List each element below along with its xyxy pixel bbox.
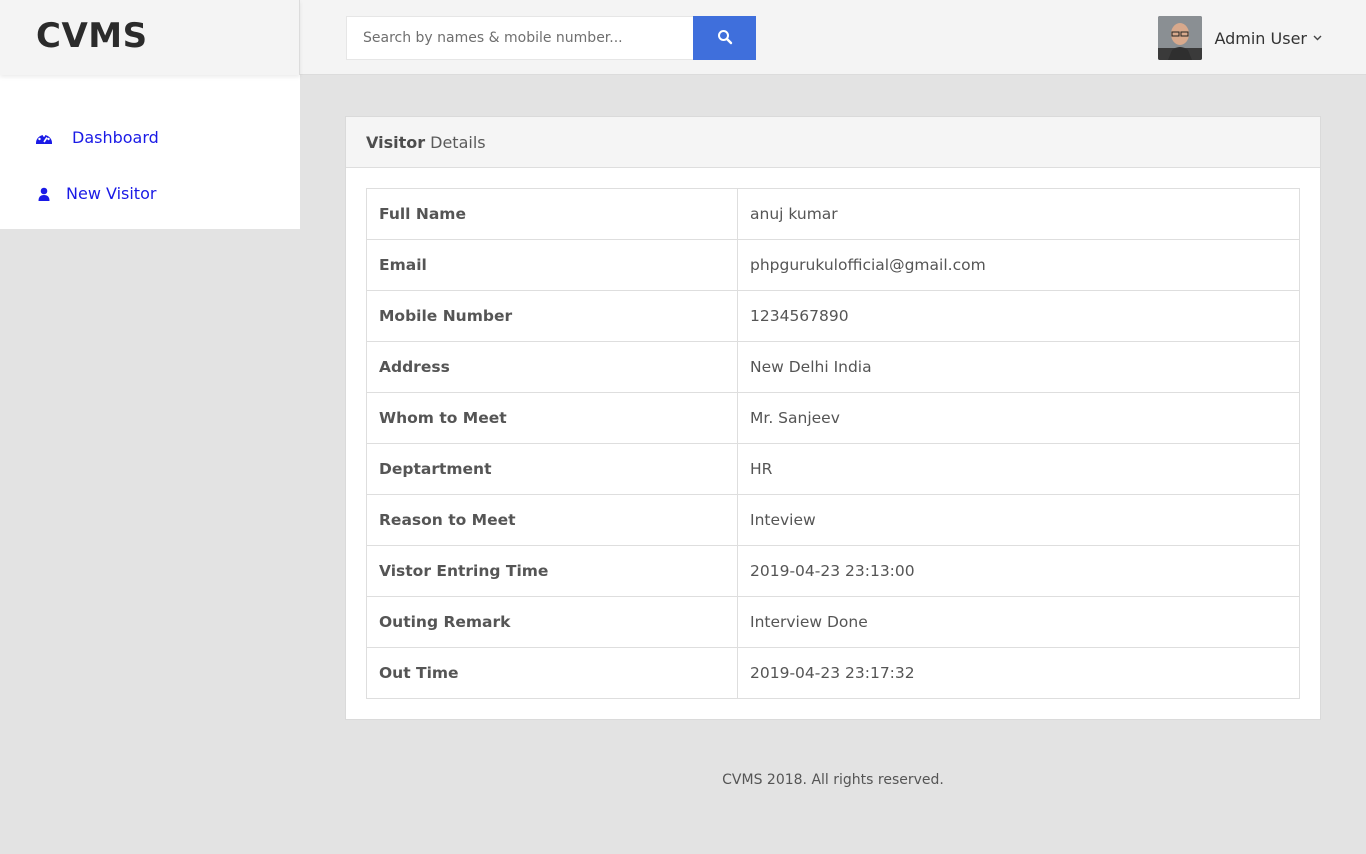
details-table: Full Name anuj kumar Email phpgurukuloffic… bbox=[366, 188, 1300, 699]
row-label: Address bbox=[366, 341, 738, 393]
row-value: Inteview bbox=[737, 494, 1300, 546]
table-row: Out Time 2019-04-23 23:17:32 bbox=[366, 647, 1300, 699]
chevron-down-icon[interactable] bbox=[1313, 33, 1322, 44]
sidebar-item-new-visitor[interactable]: New Visitor bbox=[34, 184, 156, 203]
row-value: 1234567890 bbox=[737, 290, 1300, 342]
search-bar bbox=[346, 16, 756, 60]
table-row: Vistor Entring Time 2019-04-23 23:13:00 bbox=[366, 545, 1300, 597]
user-menu[interactable]: Admin User bbox=[1158, 16, 1322, 60]
row-label: Reason to Meet bbox=[366, 494, 738, 546]
brand-text[interactable]: CVMS bbox=[36, 16, 148, 56]
sidebar: Dashboard New Visitor bbox=[0, 75, 300, 229]
user-icon bbox=[34, 187, 54, 201]
table-row: Whom to Meet Mr. Sanjeev bbox=[366, 392, 1300, 444]
row-label: Whom to Meet bbox=[366, 392, 738, 444]
visitor-details-card: Visitor Details Full Name anuj kumar Emai… bbox=[345, 116, 1321, 720]
card-title-rest: Details bbox=[430, 132, 486, 152]
avatar[interactable] bbox=[1158, 16, 1203, 60]
search-input[interactable] bbox=[346, 16, 693, 60]
sidebar-item-label[interactable]: Dashboard bbox=[72, 128, 159, 147]
row-value: 2019-04-23 23:13:00 bbox=[737, 545, 1300, 597]
table-row: Mobile Number 1234567890 bbox=[366, 290, 1300, 342]
row-value: HR bbox=[737, 443, 1300, 495]
sidebar-item-dashboard[interactable]: Dashboard bbox=[34, 128, 159, 147]
table-row: Deptartment HR bbox=[366, 443, 1300, 495]
table-row: Outing Remark Interview Done bbox=[366, 596, 1300, 648]
row-label: Mobile Number bbox=[366, 290, 738, 342]
user-name[interactable]: Admin User bbox=[1214, 29, 1307, 48]
row-label: Vistor Entring Time bbox=[366, 545, 738, 597]
row-value: Mr. Sanjeev bbox=[737, 392, 1300, 444]
row-value: phpgurukulofficial@gmail.com bbox=[737, 239, 1300, 291]
row-label: Email bbox=[366, 239, 738, 291]
dashboard-gauge-icon bbox=[34, 131, 54, 145]
table-row: Address New Delhi India bbox=[366, 341, 1300, 393]
brand-logo[interactable]: CVMS bbox=[0, 0, 300, 75]
sidebar-item-label[interactable]: New Visitor bbox=[66, 184, 156, 203]
row-label: Out Time bbox=[366, 647, 738, 699]
search-button[interactable] bbox=[693, 16, 756, 60]
row-value: anuj kumar bbox=[737, 188, 1300, 240]
row-label: Outing Remark bbox=[366, 596, 738, 648]
card-title: Visitor Details bbox=[346, 117, 1320, 168]
search-icon bbox=[717, 29, 733, 48]
row-value: Interview Done bbox=[737, 596, 1300, 648]
row-value: 2019-04-23 23:17:32 bbox=[737, 647, 1300, 699]
table-row: Email phpgurukulofficial@gmail.com bbox=[366, 239, 1300, 291]
row-label: Full Name bbox=[366, 188, 738, 240]
card-title-bold: Visitor bbox=[366, 132, 426, 152]
footer-text: CVMS 2018. All rights reserved. bbox=[722, 772, 944, 788]
table-row: Reason to Meet Inteview bbox=[366, 494, 1300, 546]
row-value: New Delhi India bbox=[737, 341, 1300, 393]
table-row: Full Name anuj kumar bbox=[366, 188, 1300, 240]
row-label: Deptartment bbox=[366, 443, 738, 495]
